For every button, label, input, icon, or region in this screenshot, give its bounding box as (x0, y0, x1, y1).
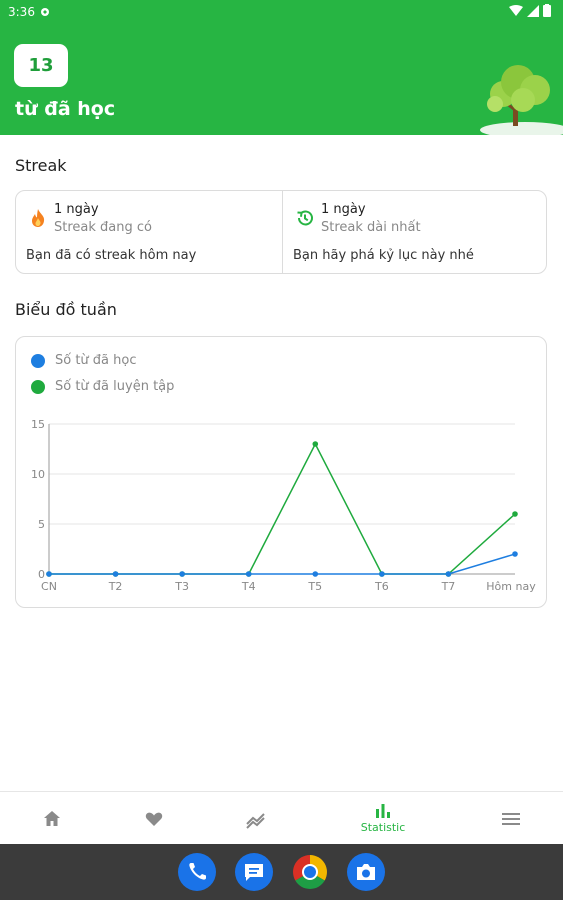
learned-words-label: từ đã học (15, 98, 116, 120)
nav-statistic[interactable]: Statistic (343, 792, 423, 845)
data-point (312, 441, 319, 447)
current-streak: 1 ngày Streak đang có Bạn đã có streak h… (16, 191, 283, 273)
series-line-1 (49, 442, 516, 575)
chrome-icon[interactable] (291, 853, 329, 891)
signal-icon (527, 4, 539, 17)
heart-icon (145, 812, 163, 826)
longest-streak: 1 ngày Streak dài nhất Bạn hãy phá kỷ lụ… (283, 191, 547, 273)
weekly-line-chart: 051015CN T2 T3 T4 T5 T6 T7 Hôm nay (31, 418, 536, 593)
bottom-navigation: Statistic (0, 791, 563, 845)
weekly-chart-title: Biểu đồ tuần (15, 300, 117, 319)
longest-streak-value: 1 ngày (321, 202, 366, 217)
home-icon (44, 810, 60, 826)
camera-icon[interactable] (347, 853, 385, 891)
x-tick-label: T6 (374, 580, 389, 593)
tree-illustration (480, 65, 563, 135)
longest-streak-label: Streak dài nhất (321, 220, 421, 235)
x-tick-label: CN (41, 580, 57, 593)
data-point (312, 571, 319, 577)
data-point (445, 571, 452, 577)
wifi-icon (509, 4, 523, 16)
data-point (46, 571, 52, 577)
flame-icon (32, 209, 45, 227)
messages-icon[interactable] (235, 853, 273, 891)
current-streak-message: Bạn đã có streak hôm nay (26, 248, 197, 263)
x-tick-label: T2 (108, 580, 123, 593)
streak-title: Streak (15, 156, 67, 175)
nav-home[interactable] (12, 792, 92, 845)
header-banner: 13 từ đã học (0, 24, 563, 135)
longest-streak-message: Bạn hãy phá kỷ lục này nhé (293, 248, 474, 263)
nav-statistic-label: Statistic (360, 821, 406, 834)
system-status-icons (509, 4, 551, 17)
data-point (512, 511, 518, 517)
data-point (512, 551, 518, 557)
streak-card: 1 ngày Streak đang có Bạn đã có streak h… (15, 190, 547, 274)
battery-icon (543, 4, 551, 17)
y-tick-label: 10 (31, 468, 45, 481)
phone-icon[interactable] (178, 853, 216, 891)
y-tick-label: 15 (31, 418, 45, 431)
trend-icon (246, 812, 265, 829)
nav-menu[interactable] (471, 792, 551, 845)
bar-chart-icon (376, 804, 390, 818)
menu-icon (502, 812, 520, 825)
series-line-0 (49, 553, 516, 575)
notification-icon (40, 6, 50, 20)
current-streak-label: Streak đang có (54, 220, 152, 235)
current-streak-value: 1 ngày (54, 202, 99, 217)
data-point (112, 571, 119, 577)
data-point (379, 571, 385, 577)
x-tick-label: T7 (441, 580, 456, 593)
system-dock (0, 844, 563, 900)
weekly-chart-card: Số từ đã học Số từ đã luyện tập 0 5 10 15 CN… (15, 336, 547, 608)
data-point (245, 571, 252, 577)
status-time: 3:36 (8, 5, 35, 19)
x-tick-label: T4 (241, 580, 256, 593)
history-icon (297, 210, 313, 226)
y-tick-label: 5 (38, 518, 45, 531)
data-point (179, 571, 185, 577)
status-bar: 3:36 (0, 0, 563, 24)
nav-favorites[interactable] (114, 792, 194, 845)
x-tick-label: T3 (174, 580, 189, 593)
word-count-badge: 13 (14, 44, 68, 87)
word-count-value: 13 (28, 55, 54, 76)
nav-progress[interactable] (216, 792, 296, 845)
x-tick-label: Hôm nay (486, 580, 536, 593)
x-tick-label: T5 (307, 580, 322, 593)
